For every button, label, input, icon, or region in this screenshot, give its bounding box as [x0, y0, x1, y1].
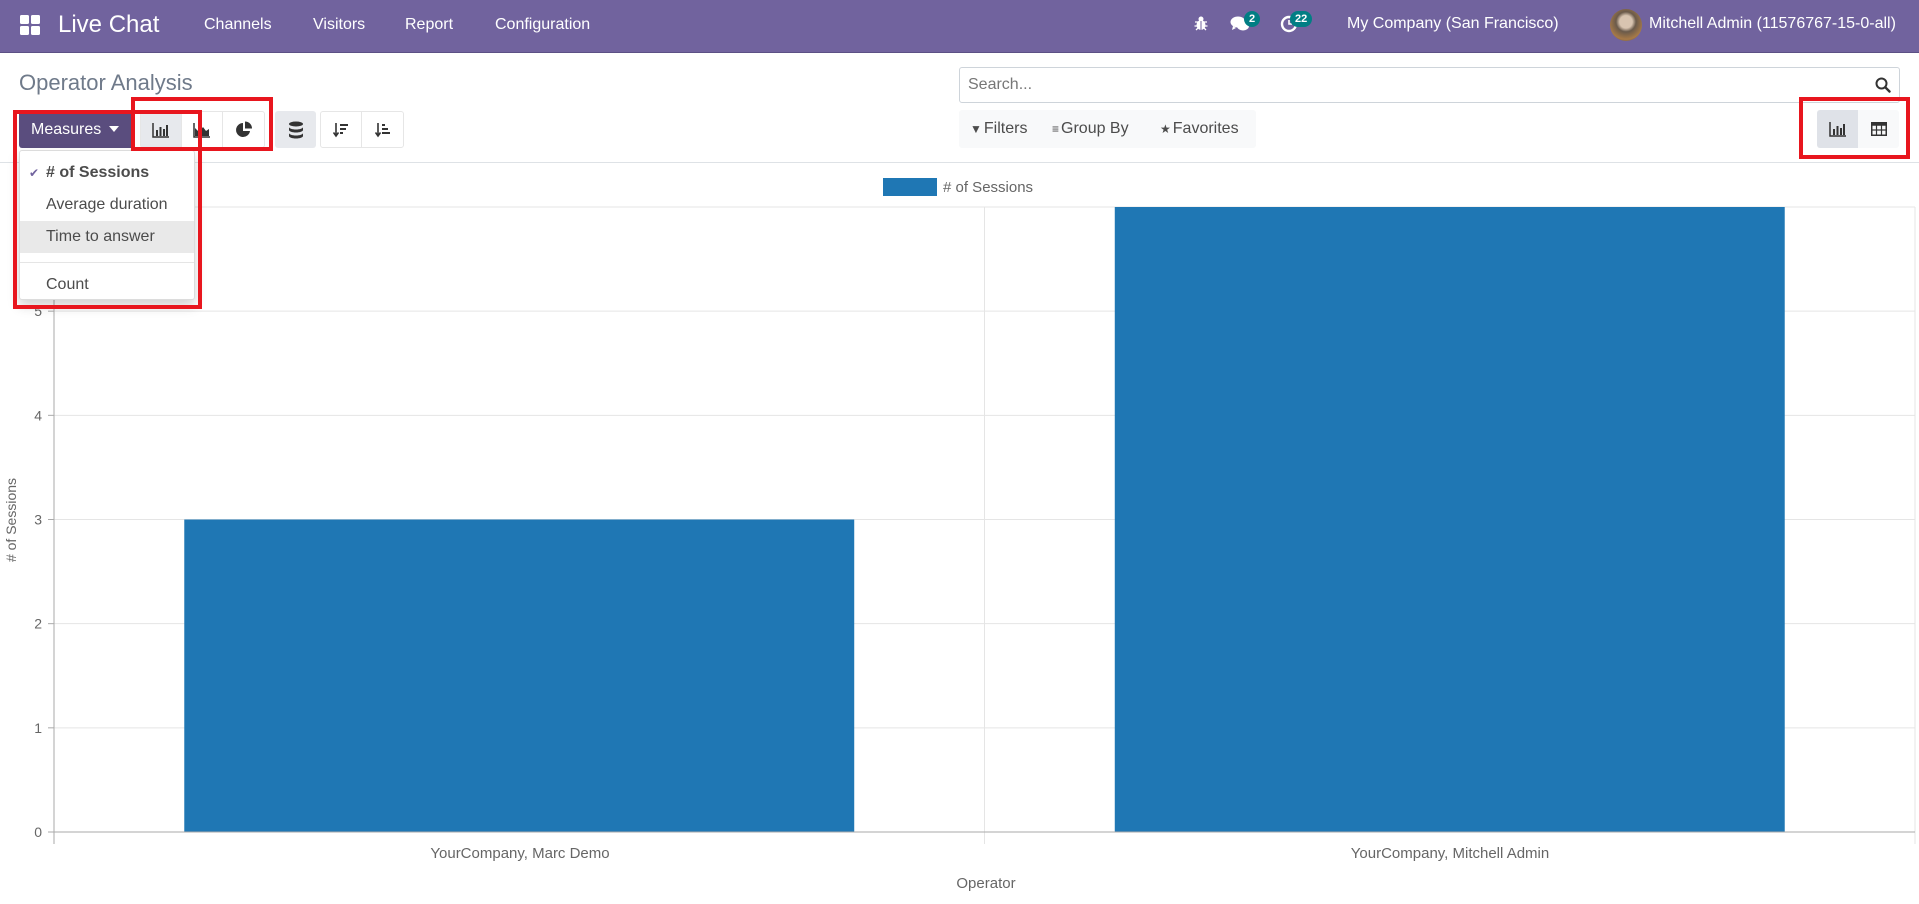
y-tick-label: 1 [34, 720, 42, 736]
filters-label: Filters [983, 120, 1028, 137]
y-axis-title: # of Sessions [3, 478, 19, 562]
measure-average-duration[interactable]: Average duration [20, 189, 194, 221]
stacked-toggle-button[interactable] [275, 111, 316, 148]
pivot-view-button[interactable] [1858, 110, 1899, 148]
debug-icon[interactable] [1193, 15, 1209, 36]
pie-chart-icon [235, 121, 252, 137]
menu-report[interactable]: Report [405, 16, 453, 34]
measure-time-to-answer[interactable]: Time to answer [20, 221, 194, 253]
bar-chart-icon [152, 122, 169, 138]
star-icon: ★ [1160, 122, 1171, 136]
page-title: Operator Analysis [19, 70, 193, 95]
messages-count-badge: 2 [1244, 11, 1261, 27]
x-axis-title: Operator [956, 875, 1015, 892]
favorites-button[interactable]: ★ Favorites [1160, 120, 1239, 138]
filter-icon: ▼ [970, 122, 982, 136]
y-tick-label: 0 [34, 824, 42, 840]
bar[interactable] [184, 519, 855, 833]
measures-button[interactable]: Measures [19, 111, 133, 148]
legend-label: # of Sessions [943, 179, 1033, 196]
chart-type-group [140, 111, 265, 148]
messages-button[interactable]: 2 [1230, 11, 1261, 38]
sort-ascending-icon [374, 122, 390, 137]
activities-button[interactable]: 22 [1280, 11, 1313, 38]
y-tick-label: 5 [34, 303, 42, 319]
user-menu[interactable]: Mitchell Admin (11576767-15-0-all) [1649, 15, 1896, 33]
bar[interactable] [1114, 207, 1785, 832]
sort-group [320, 111, 404, 148]
measures-label: Measures [31, 120, 102, 138]
sort-ascending-button[interactable] [362, 112, 403, 147]
measures-dropdown: ✔ # of Sessions Average duration Time to … [19, 150, 195, 300]
bar-chart-icon [1828, 122, 1846, 137]
y-tick-label: 3 [34, 512, 42, 528]
area-chart-icon [193, 122, 210, 138]
top-navbar: Live Chat Channels Visitors Report Confi… [0, 0, 1919, 53]
measure-sessions[interactable]: ✔ # of Sessions [20, 157, 194, 189]
graph-view-button[interactable] [1817, 110, 1858, 148]
app-name[interactable]: Live Chat [58, 11, 159, 39]
y-tick-label: 2 [34, 616, 42, 632]
x-tick-label: YourCompany, Mitchell Admin [1351, 845, 1549, 862]
bar-chart: 0123456 # of Sessions # of Sessions Oper… [3, 178, 1916, 892]
y-tick-label: 4 [34, 407, 42, 423]
bar-chart-button[interactable] [141, 112, 182, 147]
menu-visitors[interactable]: Visitors [313, 16, 365, 34]
measure-count[interactable]: Count [20, 269, 194, 301]
view-switcher [1817, 110, 1899, 148]
x-tick-label: YourCompany, Marc Demo [430, 845, 609, 862]
pie-chart-button[interactable] [223, 112, 264, 147]
favorites-label: Favorites [1172, 120, 1239, 137]
legend-swatch[interactable] [883, 178, 937, 196]
group-by-label: Group By [1061, 120, 1129, 137]
activities-count-badge: 22 [1290, 11, 1313, 27]
menu-configuration[interactable]: Configuration [495, 16, 590, 34]
measure-label: # of Sessions [46, 164, 150, 181]
group-by-button[interactable]: ≡ Group By [1052, 120, 1129, 138]
dropdown-divider [20, 262, 194, 263]
user-avatar[interactable] [1610, 9, 1642, 41]
sort-descending-button[interactable] [321, 112, 362, 147]
menu-channels[interactable]: Channels [204, 16, 272, 34]
table-icon [1870, 122, 1887, 136]
apps-menu-icon[interactable] [20, 15, 40, 35]
check-icon: ✔ [29, 166, 40, 180]
list-icon: ≡ [1052, 122, 1060, 136]
caret-down-icon [109, 126, 120, 133]
line-chart-button[interactable] [182, 112, 223, 147]
search-options: ▼ Filters ≡ Group By ★ Favorites [959, 110, 1256, 148]
search-bar [959, 67, 1900, 103]
sort-descending-icon [333, 122, 348, 137]
filters-button[interactable]: ▼ Filters [970, 120, 1027, 138]
search-icon[interactable] [1875, 77, 1891, 93]
company-switcher[interactable]: My Company (San Francisco) [1347, 15, 1559, 33]
database-icon [288, 121, 303, 138]
search-input[interactable] [960, 68, 1899, 102]
